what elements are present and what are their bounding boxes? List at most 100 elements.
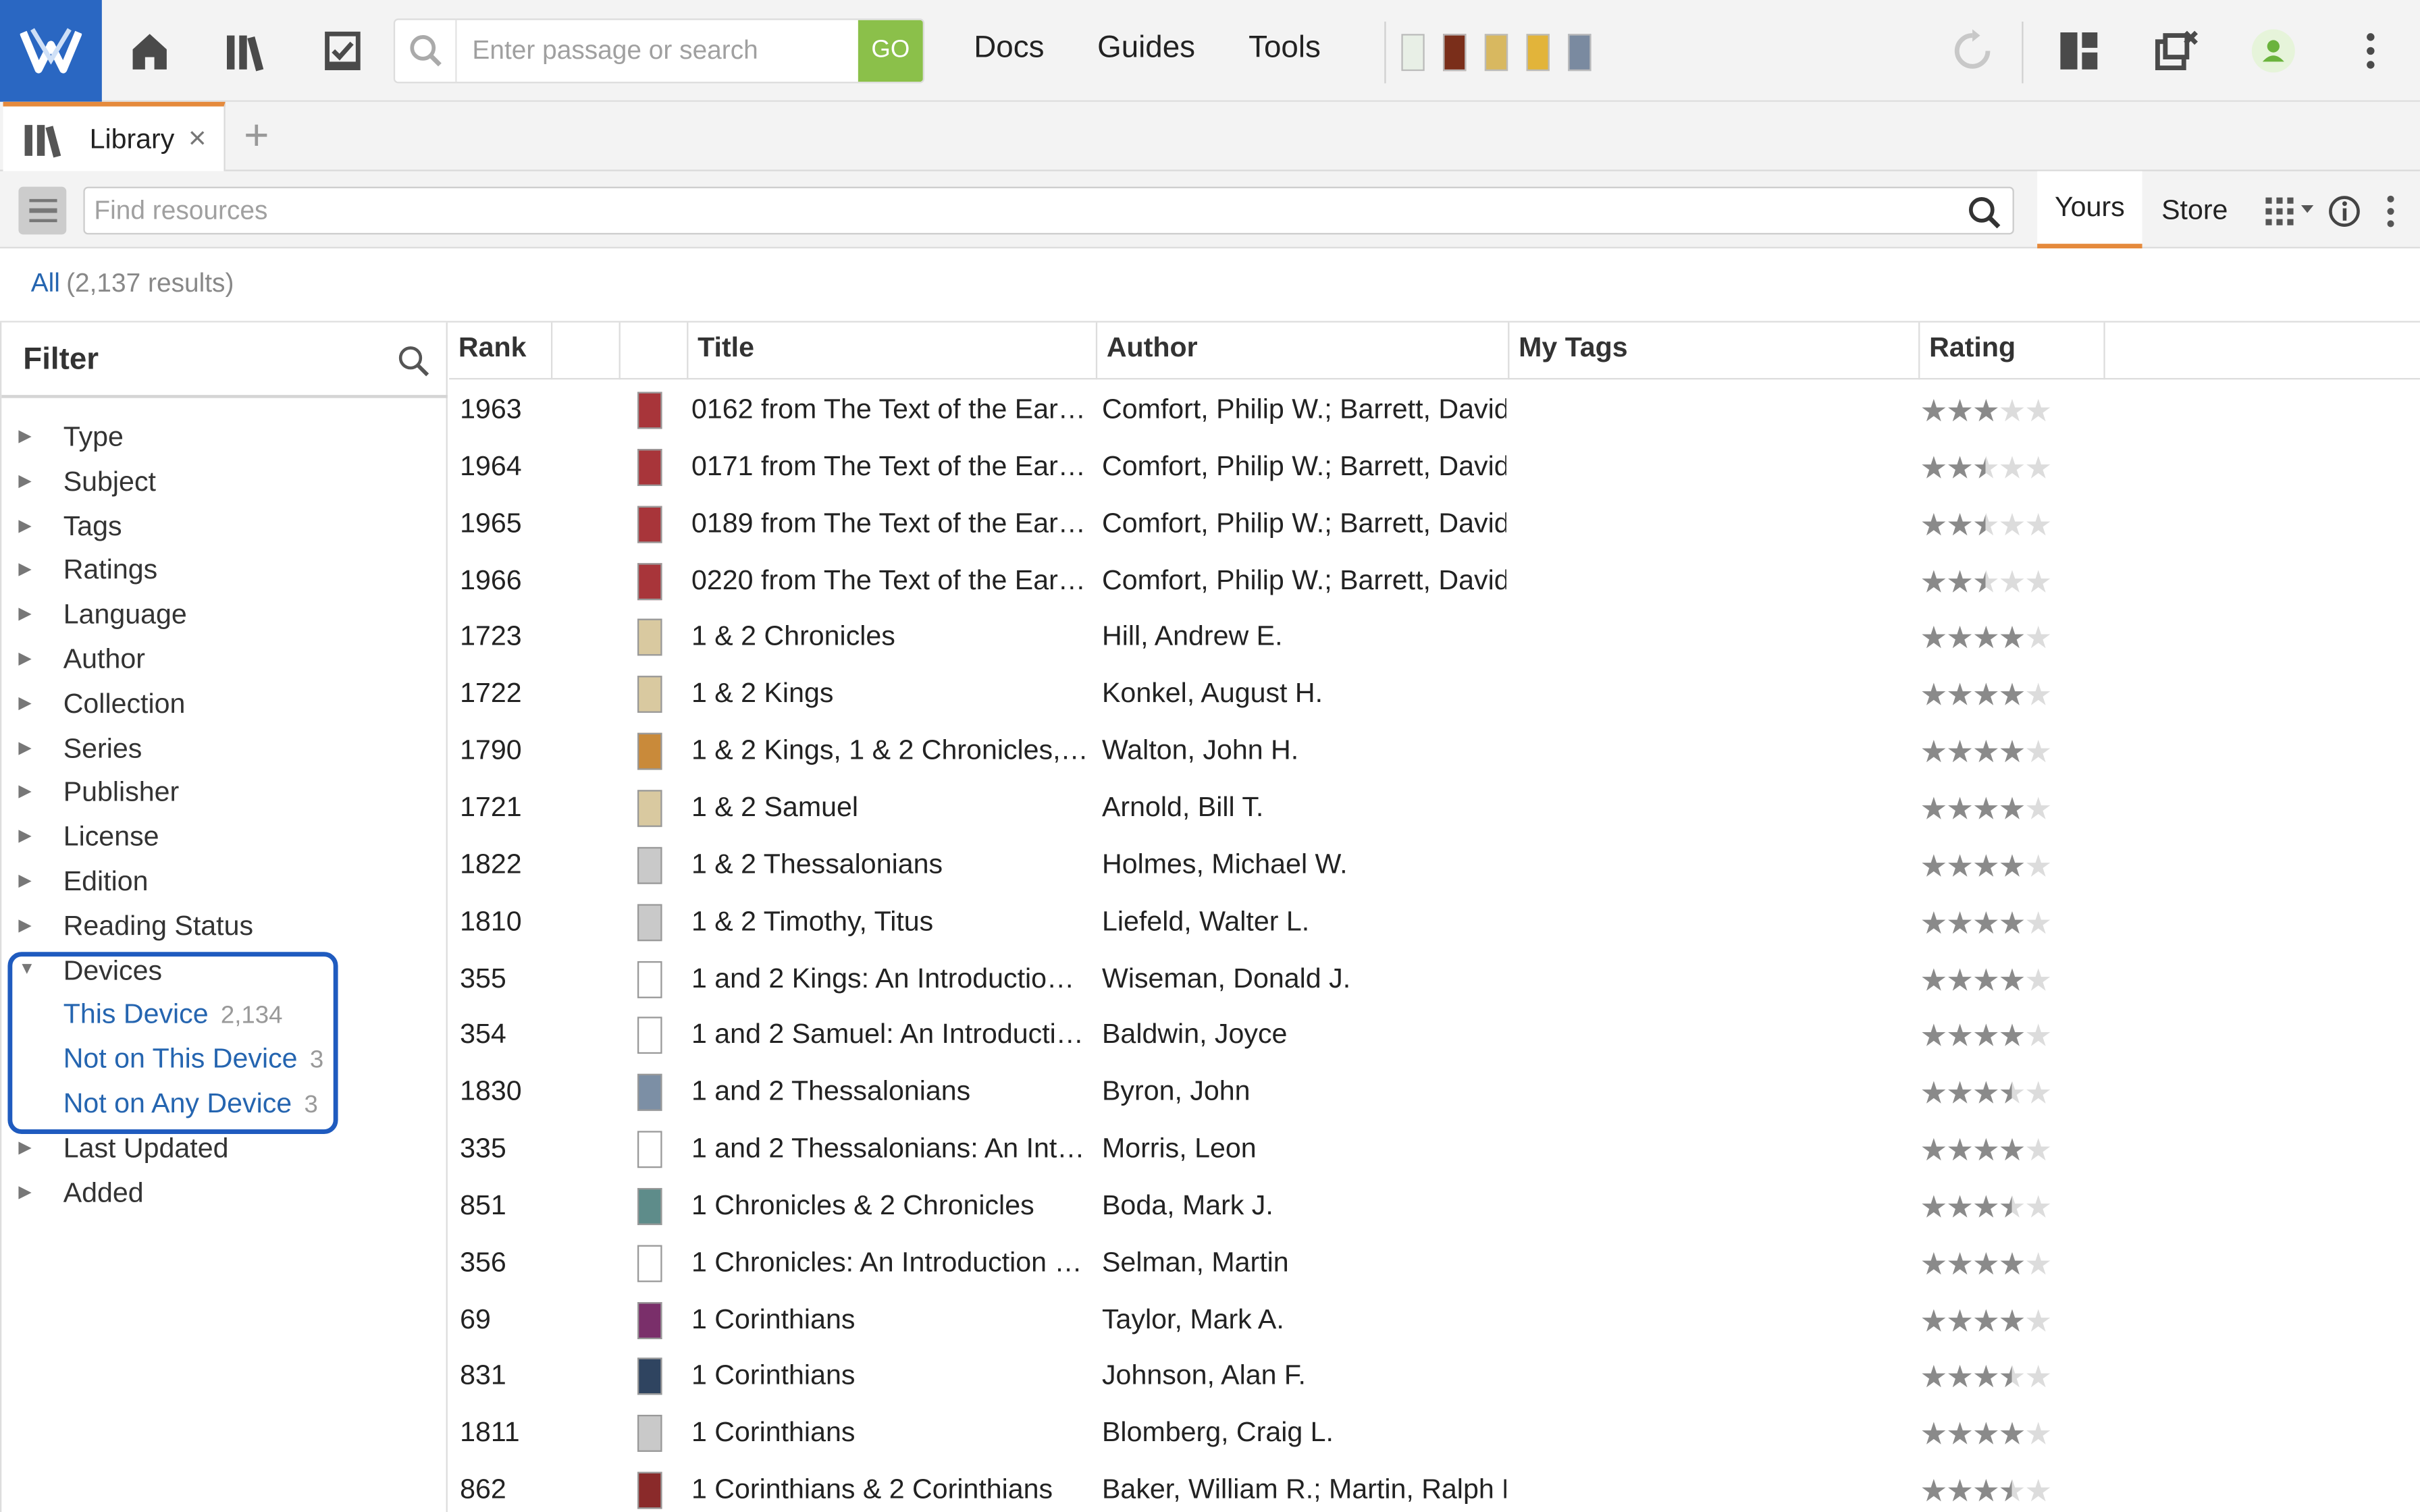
recent-resource-thumbnail[interactable]: [1568, 34, 1592, 72]
recent-resource-thumbnail[interactable]: [1443, 34, 1467, 72]
tags-cell[interactable]: [1514, 1347, 1915, 1405]
column-title[interactable]: Title: [688, 322, 1098, 380]
hamburger-menu-icon[interactable]: [18, 186, 67, 235]
expand-right-icon[interactable]: ▶: [18, 737, 31, 757]
star-icon[interactable]: ★: [1920, 793, 1947, 827]
menu-docs[interactable]: Docs: [974, 31, 1044, 67]
rating-stars[interactable]: ★★★★★: [1920, 506, 2052, 544]
title-cell[interactable]: 1 Corinthians: [691, 1291, 1090, 1348]
expand-right-icon[interactable]: ▶: [18, 1181, 31, 1201]
expand-right-icon[interactable]: ▶: [18, 781, 31, 801]
table-row[interactable]: 1722 1 & 2 Kings Konkel, August H. ★★★★★: [449, 666, 2420, 723]
star-icon[interactable]: ★: [2024, 1361, 2052, 1395]
table-row[interactable]: 1966 0220 from The Text of the Earliest N…: [449, 551, 2420, 609]
title-cell[interactable]: 1 and 2 Thessalonians: An Introduction a…: [691, 1120, 1090, 1178]
title-cell[interactable]: 0189 from The Text of the Earliest New T…: [691, 495, 1090, 552]
column-rating[interactable]: Rating: [1920, 322, 2105, 380]
star-icon[interactable]: ★: [1999, 736, 2026, 770]
star-icon[interactable]: ★: [1946, 736, 1974, 770]
rating-stars[interactable]: ★★★★★: [1920, 1472, 2052, 1511]
table-row[interactable]: 851 1 Chronicles & 2 Chronicles Boda, Mark…: [449, 1177, 2420, 1235]
star-icon[interactable]: ★: [1972, 1021, 2000, 1054]
filter-category[interactable]: ▶ Subject: [1, 461, 448, 506]
rating-stars[interactable]: ★★★★★: [1920, 904, 2052, 942]
tags-cell[interactable]: [1514, 1120, 1915, 1178]
star-icon[interactable]: ★: [1946, 963, 1974, 997]
title-cell[interactable]: 1 & 2 Thessalonians: [691, 836, 1090, 893]
star-icon[interactable]: ★: [1920, 963, 1947, 997]
star-icon[interactable]: ★: [2024, 395, 2052, 429]
expand-right-icon[interactable]: ▶: [18, 603, 31, 623]
column-my-tags[interactable]: My Tags: [1509, 322, 1920, 380]
star-icon[interactable]: ★: [2024, 907, 2052, 940]
title-cell[interactable]: 1 and 2 Samuel: An Introduction and Comm…: [691, 1006, 1090, 1064]
star-icon[interactable]: ★: [1946, 509, 1974, 543]
expand-right-icon[interactable]: ▶: [18, 693, 31, 712]
tags-cell[interactable]: [1514, 1291, 1915, 1348]
expand-right-icon[interactable]: ▶: [18, 870, 31, 890]
filter-category[interactable]: ▶ Author: [1, 639, 448, 683]
table-row[interactable]: 356 1 Chronicles: An Introduction and Com…: [449, 1234, 2420, 1291]
star-icon[interactable]: ★: [1920, 509, 1947, 543]
star-icon[interactable]: ★: [1920, 1134, 1947, 1168]
passage-search-input[interactable]: [472, 32, 843, 70]
menu-guides[interactable]: Guides: [1097, 31, 1195, 67]
title-cell[interactable]: 1 & 2 Kings: [691, 666, 1090, 723]
tab-store[interactable]: Store: [2151, 171, 2238, 248]
filter-category[interactable]: ▶ Last Updated: [1, 1127, 448, 1172]
tags-cell[interactable]: [1514, 893, 1915, 950]
filter-category[interactable]: ▶ Language: [1, 594, 448, 639]
table-row[interactable]: 1790 1 & 2 Kings, 1 & 2 Chronicles, Ezra,…: [449, 722, 2420, 780]
star-icon[interactable]: ★: [1946, 395, 1974, 429]
rating-stars[interactable]: ★★★★★: [1920, 961, 2052, 999]
star-icon[interactable]: ★: [1972, 850, 2000, 884]
star-icon[interactable]: ★: [2024, 1248, 2052, 1282]
star-icon[interactable]: ★: [1999, 622, 2026, 656]
tab-yours[interactable]: Yours: [2037, 171, 2142, 248]
menu-tools[interactable]: Tools: [1248, 31, 1321, 67]
table-row[interactable]: 335 1 and 2 Thessalonians: An Introductio…: [449, 1120, 2420, 1178]
title-cell[interactable]: 1 and 2 Thessalonians: [691, 1063, 1090, 1120]
title-cell[interactable]: 1 Chronicles: An Introduction and Commen…: [691, 1234, 1090, 1291]
filter-search-icon[interactable]: [396, 344, 430, 378]
tags-cell[interactable]: [1514, 551, 1915, 609]
star-icon[interactable]: ★: [1999, 907, 2026, 940]
tags-cell[interactable]: [1514, 608, 1915, 666]
expand-right-icon[interactable]: ▶: [18, 426, 31, 446]
star-icon[interactable]: ★: [1972, 566, 2000, 599]
add-tab-button[interactable]: +: [244, 111, 269, 161]
filter-category[interactable]: ▶ Ratings: [1, 550, 448, 595]
star-icon[interactable]: ★: [2024, 1191, 2052, 1224]
star-icon[interactable]: ★: [1920, 395, 1947, 429]
star-icon[interactable]: ★: [1920, 1248, 1947, 1282]
star-icon[interactable]: ★: [2024, 1305, 2052, 1339]
more-vertical-icon[interactable]: [2346, 26, 2395, 76]
expand-right-icon[interactable]: ▶: [18, 648, 31, 668]
expand-right-icon[interactable]: ▶: [18, 1137, 31, 1156]
star-icon[interactable]: ★: [1920, 736, 1947, 770]
star-icon[interactable]: ★: [2024, 793, 2052, 827]
tags-cell[interactable]: [1514, 495, 1915, 552]
rating-stars[interactable]: ★★★★★: [1920, 1245, 2052, 1283]
table-row[interactable]: 1963 0162 from The Text of the Earliest N…: [449, 381, 2420, 439]
filter-category[interactable]: ▶ Series: [1, 728, 448, 772]
column-blank-2[interactable]: [621, 322, 689, 380]
table-row[interactable]: 1723 1 & 2 Chronicles Hill, Andrew E. ★★★★★: [449, 608, 2420, 666]
star-icon[interactable]: ★: [1946, 1361, 1974, 1395]
search-icon[interactable]: [1966, 194, 2003, 232]
table-row[interactable]: 1965 0189 from The Text of the Earliest N…: [449, 495, 2420, 552]
expand-right-icon[interactable]: ▶: [18, 514, 31, 535]
title-cell[interactable]: 0220 from The Text of the Earliest New T…: [691, 551, 1090, 609]
rating-stars[interactable]: ★★★★★: [1920, 449, 2052, 487]
rating-stars[interactable]: ★★★★★: [1920, 790, 2052, 828]
star-icon[interactable]: ★: [1972, 793, 2000, 827]
star-icon[interactable]: ★: [1972, 1475, 2000, 1509]
rating-stars[interactable]: ★★★★★: [1920, 392, 2052, 431]
star-icon[interactable]: ★: [1920, 1077, 1947, 1111]
star-icon[interactable]: ★: [1920, 1418, 1947, 1452]
star-icon[interactable]: ★: [1999, 452, 2026, 485]
recent-resource-thumbnail[interactable]: [1526, 34, 1550, 72]
star-icon[interactable]: ★: [1972, 452, 2000, 485]
star-icon[interactable]: ★: [1946, 850, 1974, 884]
star-icon[interactable]: ★: [1999, 1418, 2026, 1452]
